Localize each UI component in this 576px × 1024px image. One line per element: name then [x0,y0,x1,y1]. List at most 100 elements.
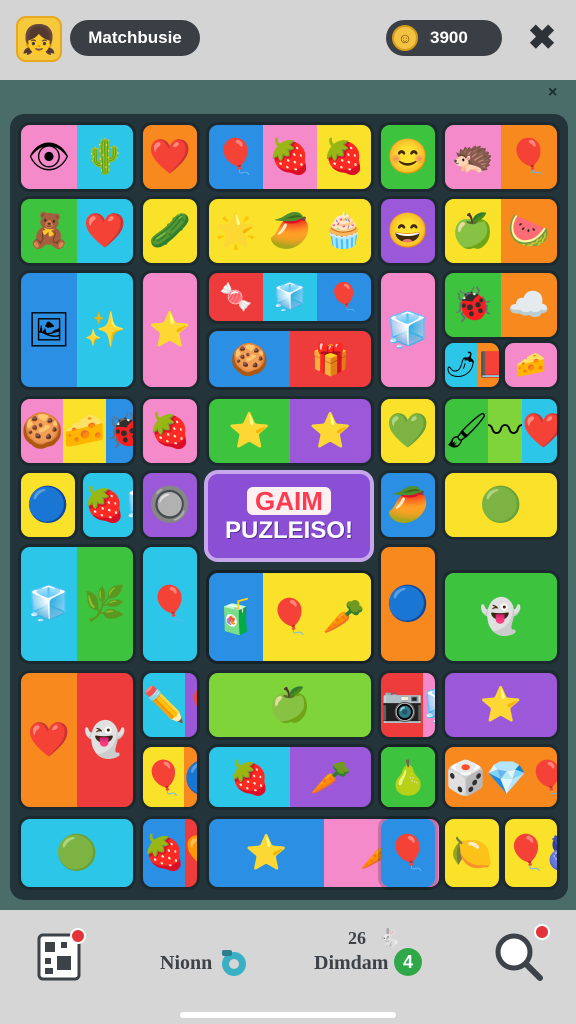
puzzle-tile[interactable]: 🍋 [442,816,502,890]
tile-cell: 🍓 [209,747,290,807]
tile-symbol-icon: 🎈 [185,688,197,722]
banner-title: GAIM [247,487,331,516]
puzzle-tile[interactable]: 🍓🧊 [80,470,136,540]
tile-symbol-icon: 🍪 [230,341,269,377]
close-button[interactable]: ✖ [524,19,560,57]
puzzle-tile[interactable]: 🍏 🍉 [442,196,560,266]
puzzle-tile[interactable]: 🎲💎🎈 [442,744,560,810]
puzzle-tile[interactable]: ❤️ 👻 [18,670,136,810]
tile-symbol-icon: ⭐ [245,834,288,872]
puzzle-tile[interactable]: 🍏 [206,670,374,740]
puzzle-tile[interactable]: 🍬 🧊 🎈 [206,270,374,324]
puzzle-tile[interactable]: 🧃 🎈 🥕 [206,570,374,664]
tile-symbol-icon: 😊 [386,138,430,176]
tile-symbol-icon: 🧃 [214,598,258,636]
board-close-button[interactable]: × [548,84,557,102]
game-banner[interactable]: GAIM PUZLEISO! [204,470,374,562]
tile-cell: 🧡 [185,819,197,887]
puzzle-tile[interactable]: 🍓🧡 [140,816,200,890]
puzzle-tile[interactable]: 🟢 [18,816,136,890]
puzzle-tile[interactable]: 🎈 [378,816,438,890]
puzzle-tile[interactable]: 🖼 ✨ [18,270,136,390]
puzzle-tile[interactable]: 🟢 [442,470,560,540]
puzzle-tile[interactable]: 🎈 [140,544,200,664]
puzzle-tile[interactable]: 🎈🔵 [140,744,200,810]
username-badge[interactable]: Matchbusie [70,20,200,56]
tile-symbol-icon: 👻 [83,721,127,759]
puzzle-tile[interactable]: 🧸 ❤️ [18,196,136,266]
coin-count: 3900 [430,28,468,47]
puzzle-tile[interactable]: 🌟 🥭 🧁 [206,196,374,266]
puzzle-tile[interactable]: 🖌〰❤️ [442,396,560,466]
tile-symbol-icon: 🎈 [505,834,548,872]
puzzle-tile[interactable]: 🧊 🌿 [18,544,136,664]
count-badge[interactable]: 4 [394,948,422,976]
tile-cell: ⭐ [143,273,197,387]
tile-cell: 🎁 [290,331,371,387]
puzzle-tile[interactable]: 🍪 🎁 [206,328,374,390]
puzzle-tile[interactable]: 🍪🧀🐞 [18,396,136,466]
tile-symbol-icon: 🔵 [386,585,430,623]
puzzle-tile[interactable]: 🧊 [378,270,438,390]
close-icon: ✖ [527,19,557,57]
tile-symbol-icon: 🎈 [143,758,185,796]
center-count: 26 [348,928,366,948]
tile-cell: 🍐 [381,747,435,807]
settings-toggle[interactable] [216,946,252,982]
puzzle-tile[interactable]: 👁 🌵 [18,122,136,192]
puzzle-tile[interactable]: 🌶📕 [442,340,502,390]
puzzle-tile[interactable]: 🥭 [378,470,438,540]
puzzle-tile[interactable]: 🎈🫐📐 [502,816,560,890]
tile-cell: ❤️ [21,673,77,807]
puzzle-tile[interactable]: 💚 [378,396,438,466]
puzzle-tile[interactable]: 📷🧊🍕 [378,670,438,740]
tile-symbol-icon: ⭐ [148,311,192,349]
tile-symbol-icon: 🖌 [445,412,489,450]
avatar[interactable]: 👧 [16,16,62,62]
tile-cell: 👻 [445,573,557,661]
puzzle-tile[interactable]: 🥒 [140,196,200,266]
tile-cell: 🍓 [143,819,186,887]
tile-cell: 💎 [486,747,528,807]
puzzle-tile[interactable]: ✏️🎈 [140,670,200,740]
tile-cell: 🍓 [317,125,371,189]
search-button[interactable] [490,924,550,984]
tile-symbol-icon: 🥕 [322,598,366,636]
puzzle-tile[interactable]: 🔘 [140,470,200,540]
tile-symbol-icon: ❤️ [522,414,557,448]
puzzle-tile[interactable]: 🧀 [502,340,560,390]
puzzle-tile[interactable]: 👻 [442,570,560,664]
puzzle-tile[interactable]: 🐞 ☁️ [442,270,560,340]
puzzle-tile[interactable]: 🔵 [18,470,78,540]
coin-counter[interactable]: ☺ 3900 [386,20,502,56]
tile-symbol-icon: 🍏 [268,686,312,724]
puzzle-tile[interactable]: 🔵 [378,544,438,664]
tile-symbol-icon: 🎈 [507,138,551,176]
tile-cell: 🌿 [77,547,133,661]
puzzle-tile[interactable]: 🎈 🍓 🍓 [206,122,374,192]
notification-dot [534,924,550,940]
puzzle-tile[interactable]: 🍐 [378,744,438,810]
tile-symbol-icon: 🔵 [26,486,70,524]
tile-cell: 🍬 [209,273,263,321]
puzzle-tile[interactable]: 🦔 🎈 [442,122,560,192]
tile-symbol-icon: ☁️ [507,286,551,324]
puzzle-tile[interactable]: 😄 [378,196,438,266]
tile-cell: 🍪 [209,331,290,387]
tile-symbol-icon: ⭐ [228,412,271,450]
puzzle-tile[interactable]: ⭐ [140,270,200,390]
puzzle-tile[interactable]: 😊 [378,122,438,192]
tile-symbol-icon: 🧊 [386,311,430,349]
tile-symbol-icon: 🍋 [450,834,494,872]
puzzle-tile[interactable]: ⭐ ⭐ [206,396,374,466]
tile-symbol-icon: ⭐ [309,412,352,450]
puzzle-tile[interactable]: ⭐ [442,670,560,740]
tile-cell: 🎈 [143,547,197,661]
tile-symbol-icon: 🍏 [451,212,495,250]
tile-symbol-icon: 🎈 [268,598,312,636]
qr-scan-button[interactable] [34,928,86,984]
puzzle-tile[interactable]: 🍓 🥕 [206,744,374,810]
tile-cell: ⭐ [445,673,557,737]
puzzle-tile[interactable]: ❤️ [140,122,200,192]
puzzle-tile[interactable]: 🍓 [140,396,200,466]
